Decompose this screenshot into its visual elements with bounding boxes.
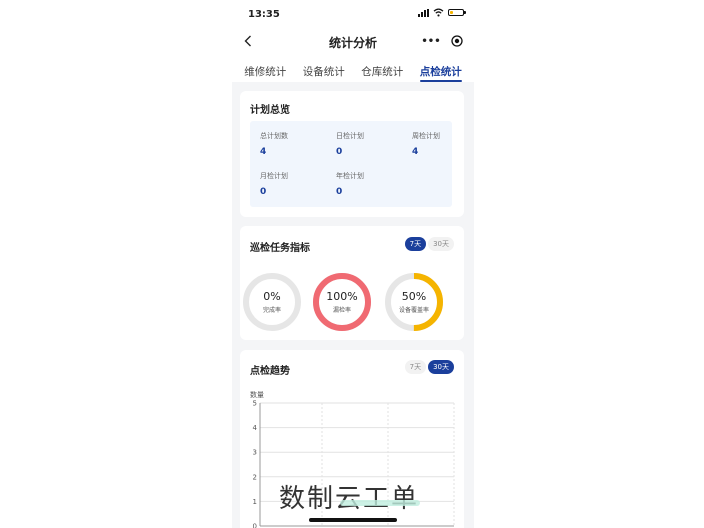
plan-stat-total: 总计划数 4 bbox=[260, 131, 326, 157]
plan-stat-value: 4 bbox=[260, 147, 267, 157]
status-icons bbox=[418, 8, 466, 17]
ring-percent: 50% bbox=[401, 290, 427, 303]
nav-bar: 统计分析 ••• bbox=[232, 28, 474, 54]
mini-program-capsule: ••• bbox=[420, 31, 466, 51]
trend-title: 点检趋势 bbox=[250, 366, 290, 377]
home-indicator bbox=[309, 518, 397, 522]
plan-stat-label: 总计划数 bbox=[260, 132, 288, 140]
ring-label: 漏检率 bbox=[332, 307, 351, 314]
ring-percent: 0% bbox=[263, 290, 281, 303]
y-tick-label: 1 bbox=[253, 498, 257, 506]
task-indicator-title: 巡检任务指标 bbox=[250, 243, 310, 254]
y-tick-label: 3 bbox=[253, 449, 257, 457]
close-target-button[interactable] bbox=[448, 32, 466, 50]
plan-stat-value: 0 bbox=[260, 187, 267, 197]
plan-stat-yearly: 年检计划 0 bbox=[336, 171, 402, 197]
tab-repair-stats[interactable]: 维修统计 bbox=[244, 62, 286, 82]
watermark-text: 数制云工单 bbox=[279, 484, 420, 514]
plan-stat-label: 月检计划 bbox=[260, 172, 288, 180]
plan-stat-value: 0 bbox=[336, 187, 343, 197]
watermark-brush-stroke bbox=[340, 500, 420, 506]
plan-stat-value: 0 bbox=[336, 147, 343, 157]
tab-inspection-stats[interactable]: 点检统计 bbox=[419, 62, 462, 82]
header: 13:35 统计分析 ••• 维修统计 设备统计 仓库统计 点检统计 bbox=[232, 0, 474, 82]
tab-device-stats[interactable]: 设备统计 bbox=[303, 62, 345, 82]
plan-stat-weekly: 周检计划 4 bbox=[412, 131, 474, 157]
signal-icon bbox=[418, 8, 429, 17]
plan-stat-label: 日检计划 bbox=[336, 132, 364, 140]
target-icon bbox=[451, 35, 463, 47]
plan-stat-label: 年检计划 bbox=[336, 172, 364, 180]
plan-stat-daily: 日检计划 0 bbox=[336, 131, 402, 157]
task-range-toggle: 7天 30天 bbox=[404, 237, 454, 251]
y-tick-label: 4 bbox=[253, 424, 258, 432]
indicator-ring: 50% 设备覆盖率 bbox=[384, 272, 444, 332]
ring-label: 完成率 bbox=[262, 307, 281, 314]
wifi-icon bbox=[433, 8, 444, 17]
y-tick-label: 2 bbox=[253, 473, 257, 481]
plan-stat-label: 周检计划 bbox=[412, 132, 440, 140]
tab-warehouse-stats[interactable]: 仓库统计 bbox=[361, 62, 403, 82]
plan-stat-value: 4 bbox=[412, 147, 419, 157]
indicator-ring: 0% 完成率 bbox=[242, 272, 302, 332]
more-button[interactable]: ••• bbox=[420, 36, 442, 47]
range-30d-button[interactable]: 30天 bbox=[428, 237, 454, 251]
range-7d-button[interactable]: 7天 bbox=[404, 237, 427, 251]
plan-stats-box: 总计划数 4 日检计划 0 周检计划 4 月检计划 0 年检计划 0 bbox=[250, 121, 452, 207]
y-tick-label: 5 bbox=[253, 400, 257, 408]
plan-stat-monthly: 月检计划 0 bbox=[260, 171, 326, 197]
plan-overview-title: 计划总览 bbox=[250, 105, 290, 116]
trend-range-toggle: 7天 30天 bbox=[404, 360, 454, 374]
phone-screen: 13:35 统计分析 ••• 维修统计 设备统计 仓库统计 点检统计 计划总览 … bbox=[232, 0, 474, 528]
indicator-ring: 100% 漏检率 bbox=[312, 272, 372, 332]
tab-bar: 维修统计 设备统计 仓库统计 点检统计 bbox=[232, 62, 474, 82]
ring-label: 设备覆盖率 bbox=[398, 307, 429, 314]
status-time: 13:35 bbox=[248, 9, 280, 20]
battery-icon bbox=[448, 9, 466, 16]
y-tick-label: 0 bbox=[253, 523, 257, 528]
range-30d-button[interactable]: 30天 bbox=[428, 360, 454, 374]
task-indicator-card: 巡检任务指标 7天 30天 0% 完成率 100% 漏检率 50% 设备覆盖率 bbox=[240, 226, 464, 340]
plan-overview-card: 计划总览 总计划数 4 日检计划 0 周检计划 4 月检计划 0 年检计划 0 bbox=[240, 91, 464, 217]
ring-percent: 100% bbox=[326, 290, 358, 303]
range-7d-button[interactable]: 7天 bbox=[404, 360, 427, 374]
